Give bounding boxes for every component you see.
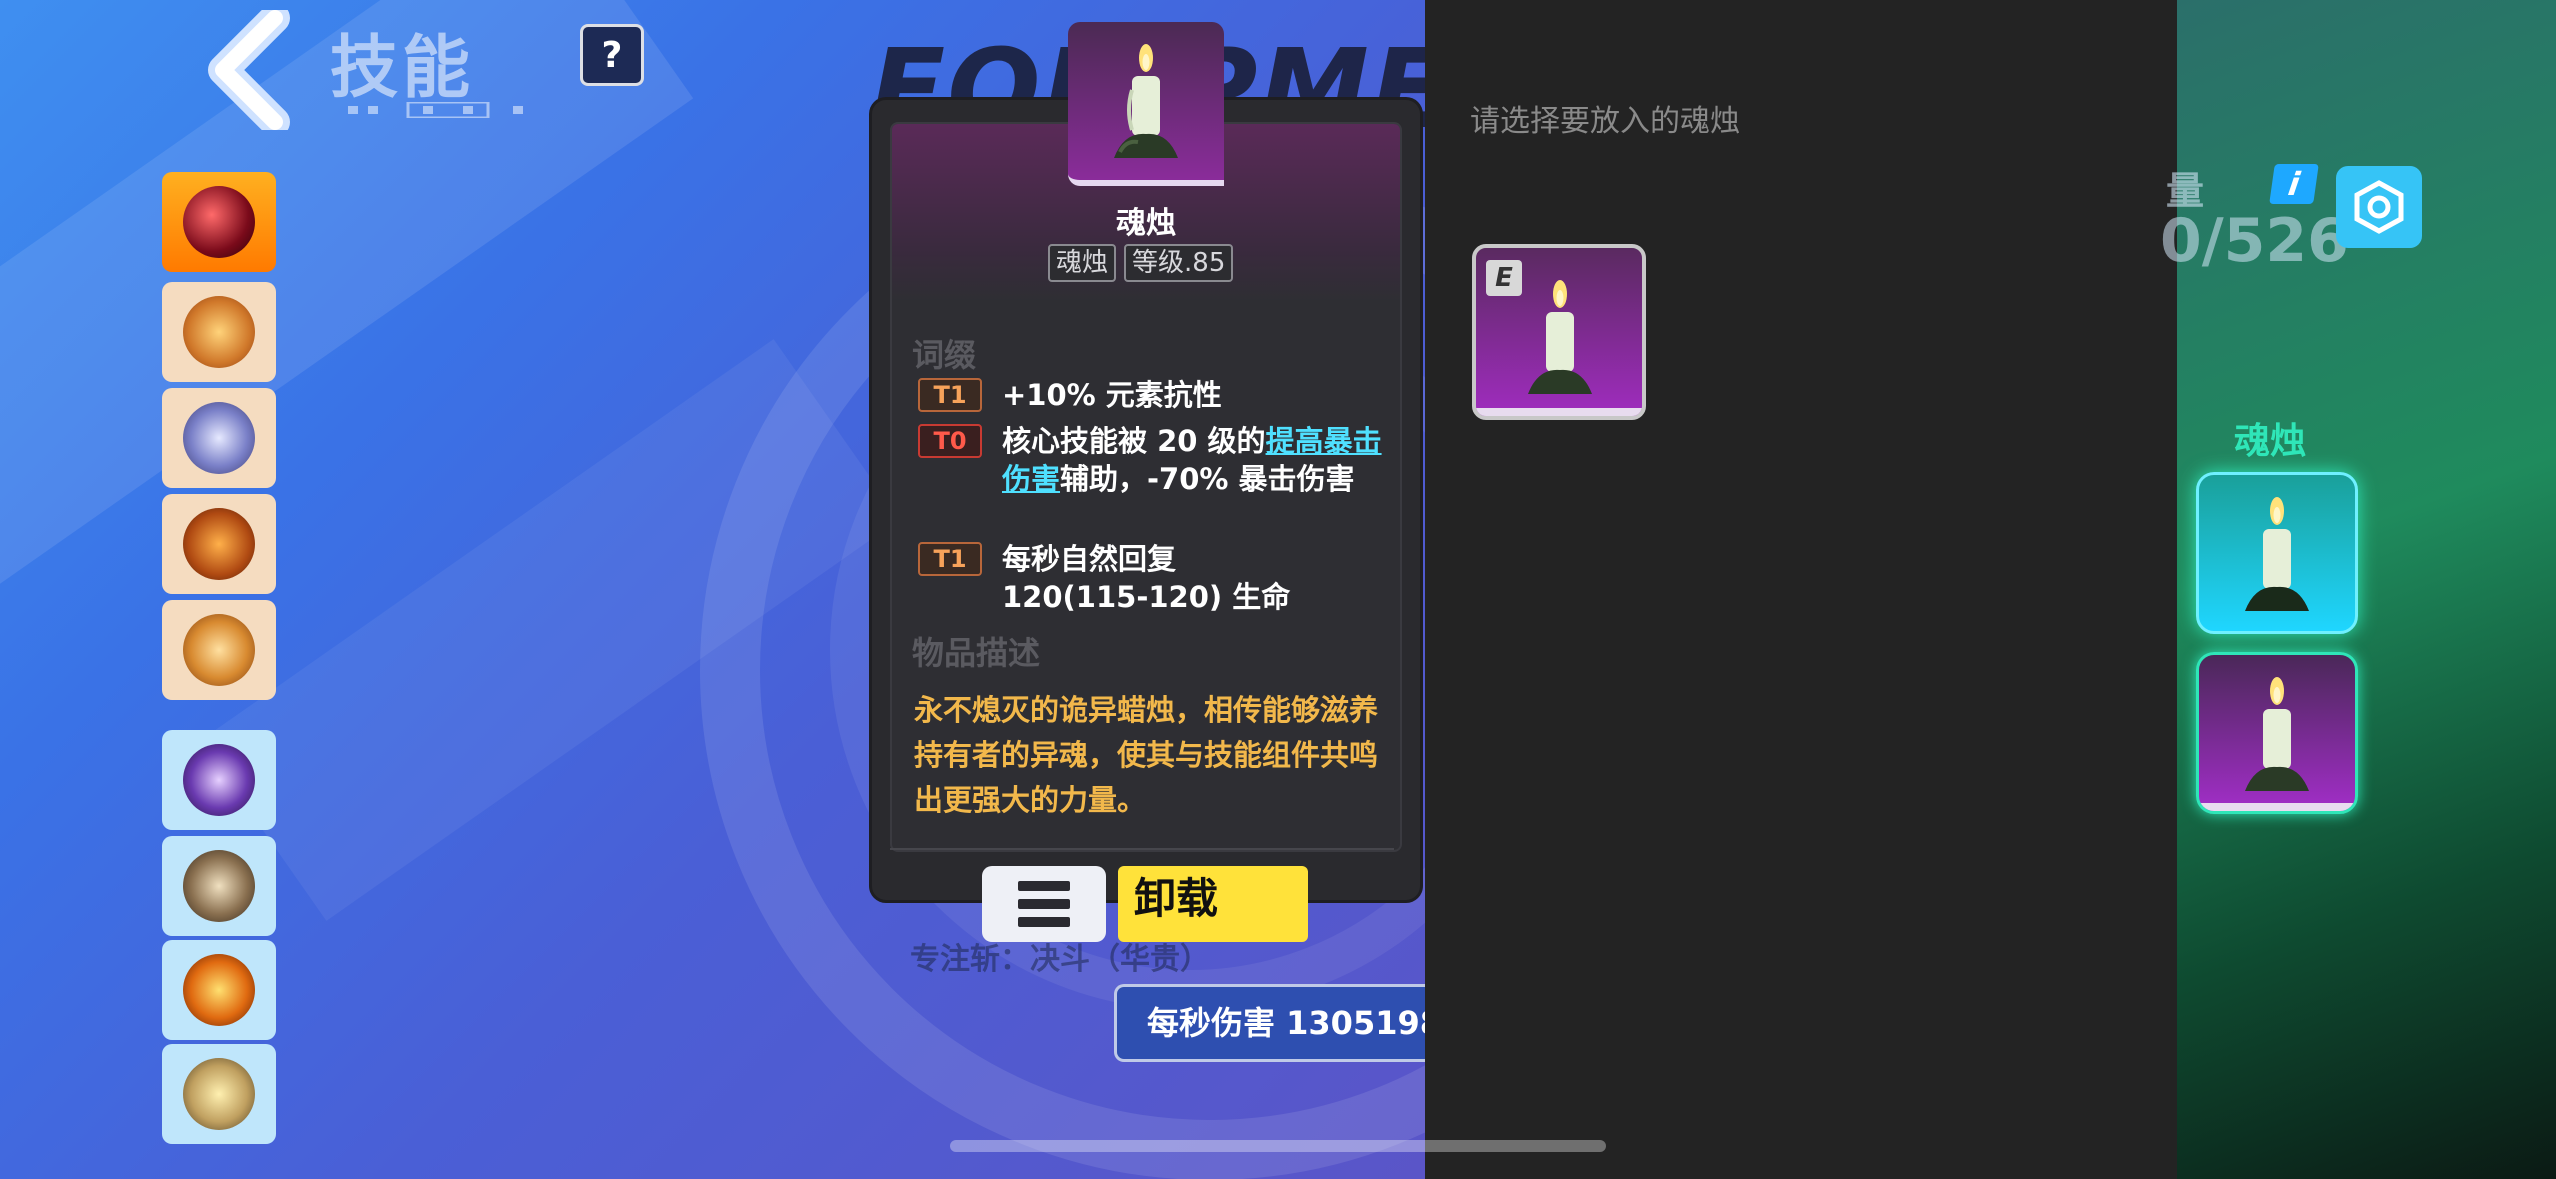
affix-text-part: 辅助，-70% 暴击伤害 xyxy=(1060,462,1355,496)
wing-blade-icon xyxy=(183,402,255,474)
golden-aura-icon xyxy=(183,1058,255,1130)
description-section-title: 物品描述 xyxy=(912,634,1041,672)
item-description: 永不熄灭的诡异蜡烛，相传能够滋养持有者的异魂，使其与技能组件共鸣出更强大的力量。 xyxy=(914,693,1379,817)
swap-icon xyxy=(2354,180,2404,234)
crescent-shield-icon xyxy=(183,850,255,922)
chevron-left-icon xyxy=(208,3,290,137)
menu-icon xyxy=(1018,881,1070,927)
fire-rune-icon xyxy=(183,296,255,368)
skill-slot[interactable] xyxy=(162,1044,276,1144)
candle-icon xyxy=(1114,44,1178,158)
panel-title: 请选择要放入的魂烛 xyxy=(1470,104,1740,139)
skill-slot[interactable] xyxy=(162,600,276,700)
skill-slot[interactable] xyxy=(162,494,276,594)
tier-badge: T0 xyxy=(918,424,982,458)
affix-section-title: 词缀 xyxy=(912,336,977,374)
candle-icon xyxy=(2245,677,2309,791)
flame-beast-icon xyxy=(183,508,255,580)
swap-button[interactable] xyxy=(2336,166,2422,248)
affix-text-part: 核心技能被 20 级的 xyxy=(1002,424,1266,458)
skill-slot[interactable] xyxy=(162,730,276,830)
item-tags: 魂烛 等级.85 xyxy=(1048,244,1234,282)
divider xyxy=(890,848,1394,850)
info-button[interactable]: i xyxy=(2269,164,2319,204)
back-button[interactable] xyxy=(205,3,305,137)
skill-slot[interactable] xyxy=(162,940,276,1040)
fire-swirl-icon xyxy=(183,614,255,686)
selection-panel xyxy=(1425,0,2177,1179)
affix-text: 核心技能被 20 级的提高暴击伤害辅助，-70% 暴击伤害 xyxy=(1002,422,1392,498)
soul-candle-label: 魂烛 xyxy=(2234,421,2307,462)
candle-icon xyxy=(1528,280,1592,394)
fire-pillar-icon xyxy=(183,954,255,1026)
menu-button[interactable] xyxy=(982,866,1106,942)
item-level-tag: 等级.85 xyxy=(1124,244,1234,282)
rarity-bar xyxy=(1476,408,1642,416)
skill-slot[interactable] xyxy=(162,282,276,382)
title-decoration xyxy=(348,102,523,118)
page-title: 技能 xyxy=(330,29,475,108)
shadow-burst-icon xyxy=(183,744,255,816)
rarity-bar xyxy=(2199,803,2355,811)
home-indicator[interactable] xyxy=(950,1140,1606,1152)
focus-skill-text: 专注斩：决斗（华贵） xyxy=(910,942,1210,977)
equipped-badge: E xyxy=(1486,260,1522,296)
skill-slot[interactable] xyxy=(162,172,276,272)
soul-candle-item[interactable]: E xyxy=(1472,244,1646,420)
candle-icon xyxy=(2245,497,2309,611)
unequip-button[interactable]: 卸载 xyxy=(1118,866,1308,942)
item-name: 魂烛 xyxy=(1116,206,1176,241)
help-button[interactable]: ? xyxy=(580,24,644,86)
affix-text: 每秒自然回复 120(115-120) 生命 xyxy=(1002,542,1291,614)
skill-slot[interactable] xyxy=(162,388,276,488)
tier-badge: T1 xyxy=(918,378,982,412)
tier-badge: T1 xyxy=(918,542,982,576)
dps-readout: 每秒伤害 1305198 xyxy=(1114,984,1434,1062)
skill-slot[interactable] xyxy=(162,836,276,936)
affix-text: +10% 元素抗性 xyxy=(1002,378,1222,412)
item-portrait xyxy=(1068,22,1224,186)
item-type-tag: 魂烛 xyxy=(1048,244,1117,282)
capacity-value: 0/526 xyxy=(2160,206,2349,276)
candle-slot-2[interactable] xyxy=(2196,652,2358,814)
blood-slash-icon xyxy=(183,186,255,258)
candle-slot-1[interactable] xyxy=(2196,472,2358,634)
